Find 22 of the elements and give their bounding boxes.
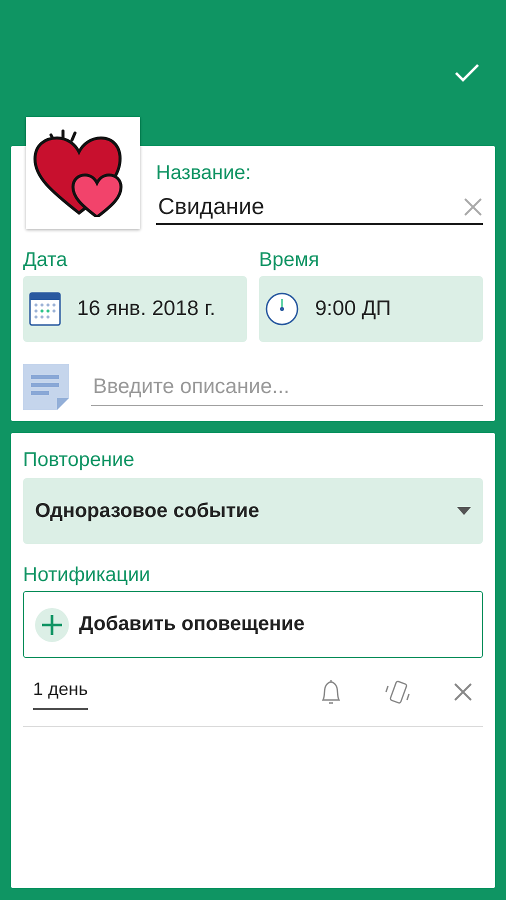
date-picker[interactable]: 16 янв. 2018 г. — [23, 276, 247, 342]
plus-icon — [35, 608, 69, 642]
date-label: Дата — [23, 249, 68, 272]
repeat-dropdown[interactable]: Одноразовое событие — [23, 478, 483, 544]
note-icon — [23, 364, 69, 410]
vibrate-icon[interactable] — [385, 678, 411, 706]
confirm-check-icon[interactable] — [454, 63, 480, 83]
event-image[interactable] — [26, 117, 140, 229]
dropdown-arrow-icon — [457, 507, 471, 515]
add-notification-button[interactable]: Добавить оповещение — [23, 591, 483, 658]
time-picker[interactable]: 9:00 ДП — [259, 276, 483, 342]
clock-icon — [265, 292, 299, 326]
notifications-label: Нотификации — [23, 564, 152, 587]
clear-icon[interactable] — [463, 196, 483, 216]
name-label: Название: — [156, 162, 252, 185]
calendar-icon — [29, 292, 61, 326]
notification-time-field[interactable]: 1 день — [33, 674, 88, 710]
repeat-label: Повторение — [23, 449, 136, 472]
time-label: Время — [259, 249, 320, 272]
name-field[interactable]: Свидание — [156, 189, 483, 225]
bell-icon[interactable] — [319, 678, 343, 706]
close-icon[interactable] — [453, 682, 473, 702]
